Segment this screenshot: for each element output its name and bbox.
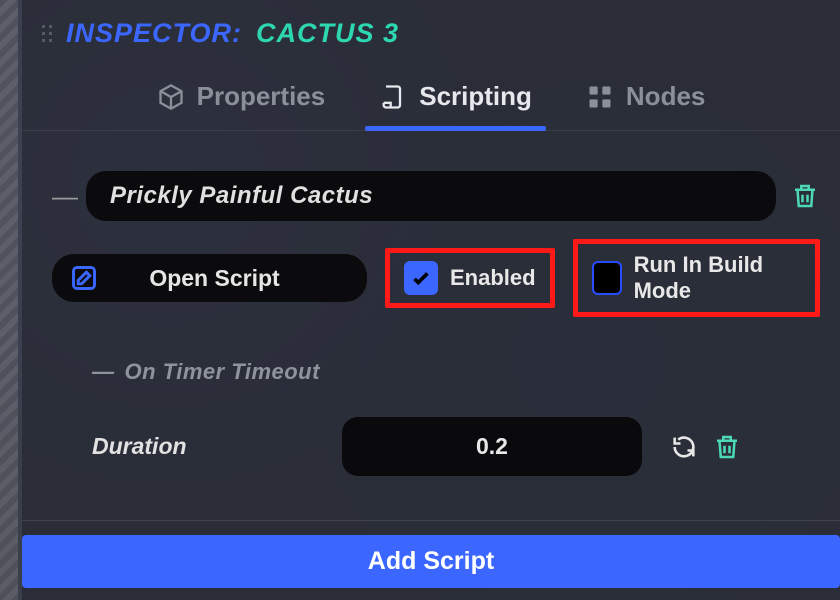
tab-scripting[interactable]: Scripting [373,73,538,130]
tab-nodes[interactable]: Nodes [580,73,711,130]
left-ruler-edge [0,0,18,600]
run-build-group: Run In Build Mode [573,239,820,317]
duration-row: Duration 0.2 [92,417,820,476]
tab-label: Scripting [419,81,532,112]
reset-icon[interactable] [670,433,698,461]
script-name-field[interactable]: Prickly Painful Cactus [86,171,776,221]
timer-section: — On Timer Timeout Duration 0.2 [92,359,820,476]
section-header[interactable]: — On Timer Timeout [92,359,820,385]
inspector-panel: INSPECTOR: CACTUS 3 Properties Scripting… [22,0,840,600]
inspector-header: INSPECTOR: CACTUS 3 [22,0,840,73]
drag-grip-icon[interactable] [42,25,52,42]
tab-label: Nodes [626,81,705,112]
inspector-title: INSPECTOR: [66,18,242,49]
delete-script-button[interactable] [790,181,820,211]
scripting-body: — Prickly Painful Cactus Open Script Ena… [22,131,840,600]
cube-icon [157,83,185,111]
delete-property-button[interactable] [712,432,742,462]
enabled-group: Enabled [385,248,555,308]
duration-input[interactable]: 0.2 [342,417,642,476]
duration-actions [670,432,742,462]
open-script-label: Open Script [112,265,327,292]
collapse-icon: — [92,359,115,385]
section-divider [22,520,840,521]
collapse-toggle[interactable]: — [52,181,72,212]
add-script-button[interactable]: Add Script [22,535,840,588]
inspector-object-name: CACTUS 3 [256,18,399,49]
tab-label: Properties [197,81,326,112]
section-title: On Timer Timeout [125,359,320,385]
run-build-label: Run In Build Mode [634,252,801,304]
enabled-label: Enabled [450,265,536,291]
scroll-icon [379,83,407,111]
duration-label: Duration [92,433,322,460]
script-header-row: — Prickly Painful Cactus [52,171,820,221]
script-action-row: Open Script Enabled Run In Build Mode [52,239,820,317]
run-build-checkbox[interactable] [592,261,622,295]
enabled-checkbox[interactable] [404,261,438,295]
tab-properties[interactable]: Properties [151,73,332,130]
edit-icon [70,264,98,292]
inspector-tabs: Properties Scripting Nodes [22,73,840,131]
grid-icon [586,83,614,111]
open-script-button[interactable]: Open Script [52,254,367,302]
